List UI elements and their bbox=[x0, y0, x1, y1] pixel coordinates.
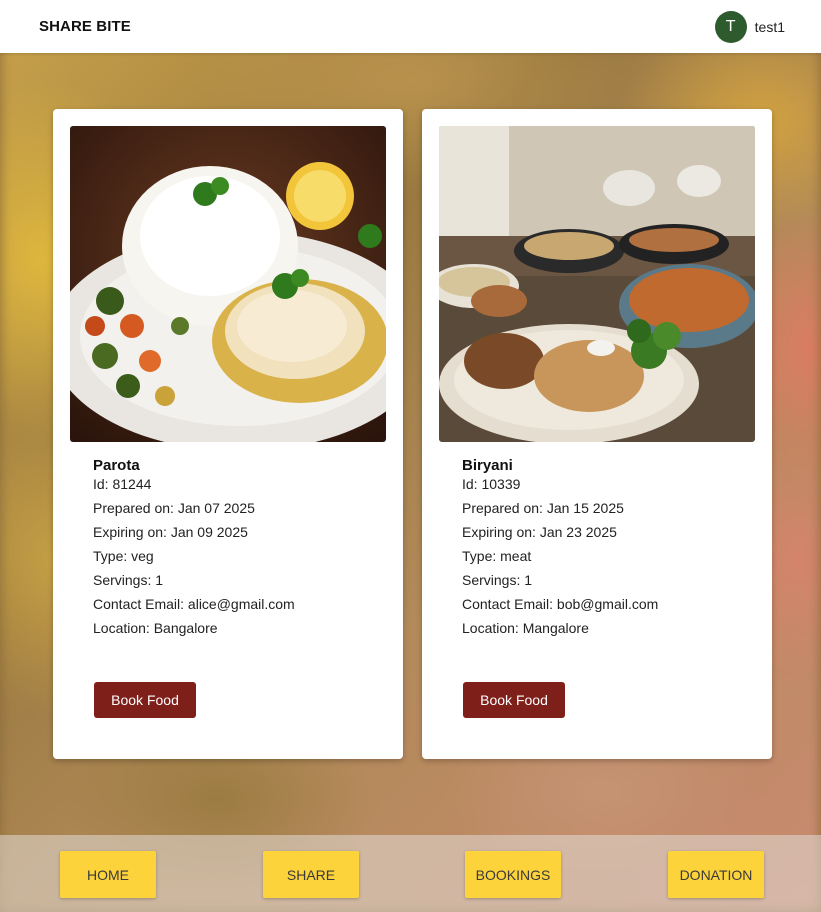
food-type: Type: veg bbox=[93, 548, 154, 564]
servings: Servings: 1 bbox=[462, 572, 533, 588]
contact-email: Contact Email: bob@gmail.com bbox=[462, 596, 659, 612]
prepared-date: Prepared on: Jan 15 2025 bbox=[462, 500, 624, 516]
book-food-button[interactable]: Book Food bbox=[94, 682, 196, 718]
username: test1 bbox=[754, 18, 785, 35]
bottom-navbar: Home Share Bookings Donation bbox=[0, 835, 821, 912]
nav-share-button[interactable]: Share bbox=[263, 851, 359, 898]
servings: Servings: 1 bbox=[93, 572, 164, 588]
food-details: Parota Id: 81244 Prepared on: Jan 07 202… bbox=[93, 457, 295, 640]
food-card: Parota Id: 81244 Prepared on: Jan 07 202… bbox=[53, 109, 403, 759]
nav-donation-button[interactable]: Donation bbox=[668, 851, 764, 898]
food-card: Biryani Id: 10339 Prepared on: Jan 15 20… bbox=[422, 109, 772, 759]
avatar[interactable]: T bbox=[714, 10, 747, 43]
food-photo bbox=[439, 126, 755, 442]
food-details: Biryani Id: 10339 Prepared on: Jan 15 20… bbox=[462, 457, 658, 640]
food-id: Id: 10339 bbox=[462, 476, 521, 492]
food-name: Biryani bbox=[462, 457, 513, 474]
food-type: Type: meat bbox=[462, 548, 532, 564]
user-menu[interactable]: T test1 bbox=[714, 10, 785, 43]
book-food-button[interactable]: Book Food bbox=[463, 682, 565, 718]
expiry-date: Expiring on: Jan 23 2025 bbox=[462, 524, 617, 540]
brand-logo[interactable]: SHARE BITE bbox=[39, 18, 131, 35]
prepared-date: Prepared on: Jan 07 2025 bbox=[93, 500, 255, 516]
nav-bookings-button[interactable]: Bookings bbox=[465, 851, 561, 898]
nav-home-button[interactable]: Home bbox=[60, 851, 156, 898]
food-id: Id: 81244 bbox=[93, 476, 152, 492]
food-name: Parota bbox=[93, 457, 140, 474]
expiry-date: Expiring on: Jan 09 2025 bbox=[93, 524, 248, 540]
top-navbar: SHARE BITE T test1 bbox=[0, 0, 821, 53]
food-photo bbox=[70, 126, 386, 442]
contact-email: Contact Email: alice@gmail.com bbox=[93, 596, 295, 612]
location: Location: Bangalore bbox=[93, 620, 218, 636]
location: Location: Mangalore bbox=[462, 620, 589, 636]
